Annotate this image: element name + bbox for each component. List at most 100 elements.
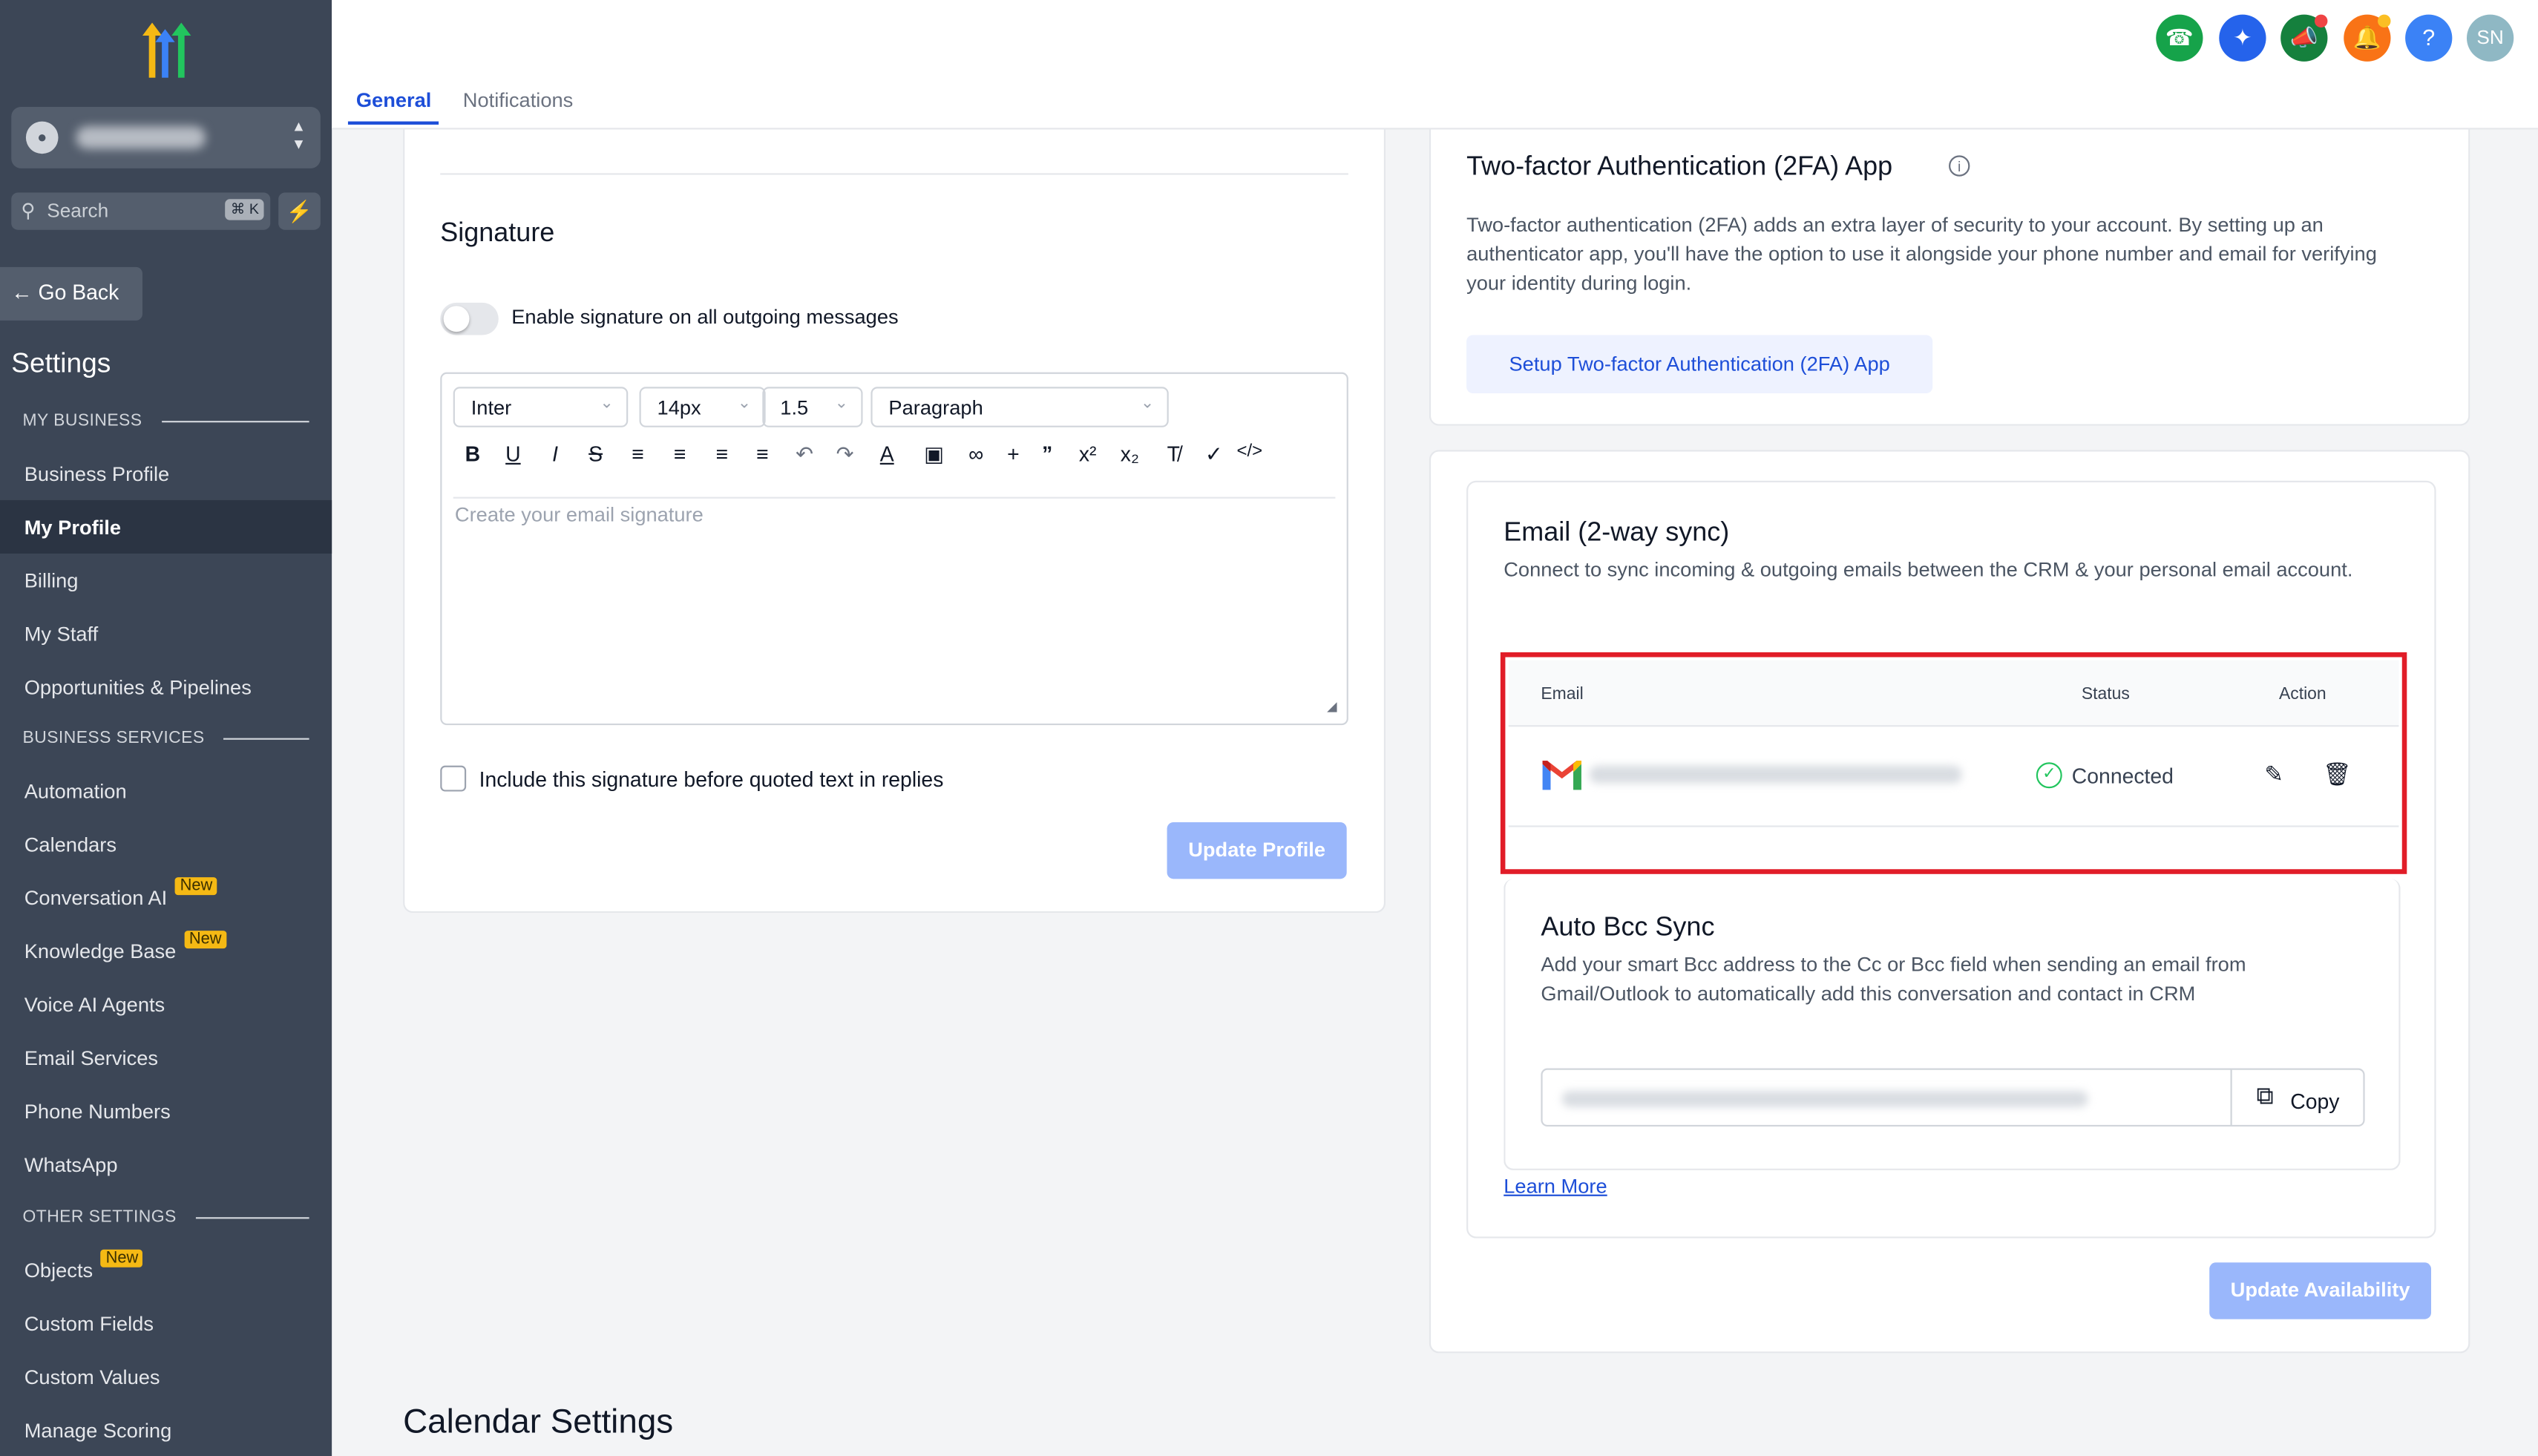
sidebar-item-automation[interactable]: Automation <box>0 764 332 817</box>
sidebar: ● ▲ ▼ ⚲ Search ⌘ K ⚡ ← Go Back Settings M… <box>0 0 332 1456</box>
editor-divider <box>453 496 1336 499</box>
auto-bcc-description: Add your smart Bcc address to the Cc or … <box>1541 953 2246 1006</box>
twofa-title: Two-factor Authentication (2FA) App <box>1466 152 1893 182</box>
sparkle-icon[interactable]: ✦ <box>2219 14 2266 62</box>
align-justify-icon[interactable]: ≡ <box>750 442 776 466</box>
auto-bcc-title: Auto Bcc Sync <box>1541 913 1715 942</box>
undo-icon[interactable]: ↶ <box>792 442 818 468</box>
block-type-select[interactable]: Paragraph ⌄ <box>870 387 1169 427</box>
go-back-label: Go Back <box>38 280 119 305</box>
signature-toggle[interactable] <box>440 302 499 335</box>
sidebar-item-voice-ai[interactable]: Voice AI Agents <box>0 977 332 1031</box>
superscript-icon[interactable]: x² <box>1075 442 1101 466</box>
sidebar-item-billing[interactable]: Billing <box>0 554 332 607</box>
email-sync-title: Email (2-way sync) <box>1504 517 1730 548</box>
bcc-address-field[interactable] <box>1541 1068 2232 1127</box>
sidebar-item-email-services[interactable]: Email Services <box>0 1031 332 1084</box>
go-back-button[interactable]: ← Go Back <box>0 266 142 321</box>
link-icon[interactable]: ∞ <box>963 442 989 466</box>
new-badge: New <box>175 877 217 896</box>
copy-button[interactable]: ⧉ Copy <box>2230 1068 2365 1127</box>
strikethrough-icon[interactable]: S <box>583 442 609 466</box>
sidebar-item-knowledge-base[interactable]: Knowledge Base New <box>0 924 332 977</box>
search-icon: ⚲ <box>21 199 36 222</box>
search-input[interactable]: ⚲ Search ⌘ K <box>11 192 271 230</box>
sidebar-item-opportunities[interactable]: Opportunities & Pipelines <box>0 660 332 714</box>
sidebar-item-business-profile[interactable]: Business Profile <box>0 447 332 500</box>
account-name-redacted <box>76 126 206 149</box>
line-height-select[interactable]: 1.5 ⌄ <box>762 387 863 427</box>
bell-icon[interactable]: 🔔 <box>2344 14 2391 62</box>
update-profile-button[interactable]: Update Profile <box>1167 822 1347 879</box>
font-size-select[interactable]: 14px ⌄ <box>639 387 766 427</box>
tab-notifications[interactable]: Notifications <box>463 89 574 112</box>
include-signature-checkbox[interactable] <box>440 765 467 792</box>
copy-icon: ⧉ <box>2256 1083 2274 1111</box>
sidebar-item-my-staff[interactable]: My Staff <box>0 607 332 660</box>
font-family-select[interactable]: Inter ⌄ <box>453 387 629 427</box>
copy-label: Copy <box>2290 1089 2340 1114</box>
megaphone-icon[interactable]: 📣 <box>2280 14 2328 62</box>
account-switcher[interactable]: ● ▲ ▼ <box>11 106 321 168</box>
sidebar-item-objects[interactable]: Objects New <box>0 1243 332 1296</box>
sidebar-item-my-profile[interactable]: My Profile <box>0 499 332 554</box>
editor-placeholder[interactable]: Create your email signature <box>455 503 704 526</box>
chevron-updown-icon: ▲ ▼ <box>291 118 306 153</box>
sidebar-item-conversation-ai[interactable]: Conversation AI New <box>0 870 332 924</box>
signature-toggle-label: Enable signature on all outgoing message… <box>511 306 899 329</box>
sidebar-item-manage-scoring[interactable]: Manage Scoring <box>0 1403 332 1456</box>
search-placeholder: Search <box>47 199 109 222</box>
chevron-down-icon: ⌄ <box>1140 395 1155 413</box>
arrow-left-icon: ← <box>11 280 33 305</box>
sidebar-item-phone-numbers[interactable]: Phone Numbers <box>0 1084 332 1138</box>
align-center-icon[interactable]: ≡ <box>667 442 693 466</box>
help-icon[interactable]: ? <box>2405 14 2453 62</box>
settings-title: Settings <box>11 347 111 379</box>
underline-icon[interactable]: U <box>500 442 526 466</box>
section-business-services: BUSINESS SERVICES <box>23 728 309 748</box>
image-icon[interactable]: ▣ <box>921 442 947 468</box>
section-other-settings: OTHER SETTINGS <box>23 1207 309 1227</box>
clear-format-icon[interactable]: T̸ <box>1161 442 1187 466</box>
sidebar-item-custom-fields[interactable]: Custom Fields <box>0 1296 332 1350</box>
resize-handle-icon[interactable]: ◢ <box>1327 699 1337 714</box>
include-signature-label: Include this signature before quoted tex… <box>479 767 944 792</box>
section-my-business: MY BUSINESS <box>23 411 309 430</box>
plus-icon[interactable]: + <box>1000 442 1026 466</box>
new-badge: New <box>101 1249 143 1268</box>
top-bar: General Notifications ☎ ✦ 📣 🔔 ? SN <box>332 0 2538 130</box>
bold-icon[interactable]: B <box>459 442 485 466</box>
app-logo <box>142 22 191 78</box>
bolt-icon[interactable]: ⚡ <box>278 192 321 230</box>
setup-2fa-button[interactable]: Setup Two-factor Authentication (2FA) Ap… <box>1466 335 1933 394</box>
italic-icon[interactable]: I <box>542 442 568 466</box>
chevron-down-icon: ⌄ <box>834 395 848 413</box>
tab-general[interactable]: General <box>356 89 432 112</box>
code-icon[interactable]: </> <box>1236 442 1262 461</box>
highlight-box <box>1500 652 2407 874</box>
sidebar-item-whatsapp[interactable]: WhatsApp <box>0 1138 332 1191</box>
clear-style-icon[interactable]: ✓ <box>1201 442 1227 468</box>
subscript-icon[interactable]: x₂ <box>1117 442 1143 466</box>
twofa-description: Two-factor authentication (2FA) adds an … <box>1466 213 2377 295</box>
avatar[interactable]: SN <box>2466 14 2514 62</box>
signature-title: Signature <box>440 218 555 248</box>
sidebar-item-calendars[interactable]: Calendars <box>0 817 332 870</box>
info-icon[interactable]: i <box>1949 155 1970 177</box>
search-shortcut: ⌘ K <box>226 199 264 220</box>
learn-more-link[interactable]: Learn More <box>1504 1175 1607 1198</box>
tab-active-indicator <box>347 121 439 125</box>
new-badge: New <box>184 931 227 949</box>
sidebar-item-custom-values[interactable]: Custom Values <box>0 1350 332 1403</box>
quote-icon[interactable]: ” <box>1034 442 1060 466</box>
divider <box>440 173 1348 175</box>
calendar-settings-title: Calendar Settings <box>403 1403 674 1441</box>
update-availability-button[interactable]: Update Availability <box>2209 1262 2432 1319</box>
text-color-icon[interactable]: A <box>874 442 900 466</box>
align-right-icon[interactable]: ≡ <box>709 442 735 466</box>
signature-editor[interactable]: Inter ⌄ 14px ⌄ 1.5 ⌄ Paragraph ⌄ B U I S ≡ ≡… <box>440 372 1348 726</box>
redo-icon[interactable]: ↷ <box>832 442 858 468</box>
phone-icon[interactable]: ☎ <box>2156 14 2203 62</box>
chevron-down-icon: ⌄ <box>600 395 614 413</box>
align-left-icon[interactable]: ≡ <box>625 442 651 466</box>
